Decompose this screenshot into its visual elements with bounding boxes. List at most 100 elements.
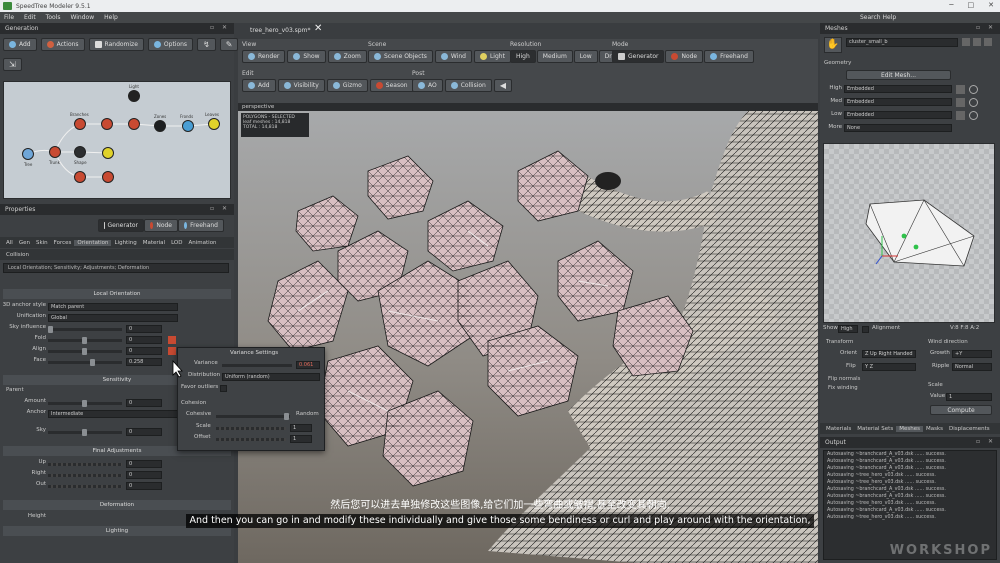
tab-all[interactable]: All [3,240,16,246]
fold-slider[interactable] [48,337,122,344]
generation-graph[interactable]: Tree Trunk Branches Leaves Fronds Zones … [3,81,231,199]
up-value[interactable]: 0 [126,460,162,468]
align-variance-indicator[interactable] [168,347,176,355]
tab-skin[interactable]: Skin [33,240,51,246]
mesh-select[interactable]: cluster_small_b [846,38,958,47]
minimize-icon[interactable]: ─ [949,1,953,9]
branches-node-3[interactable] [128,118,140,130]
menu-edit[interactable]: Edit [24,14,36,21]
sky-influence-value[interactable]: 0 [126,325,162,333]
alignment-checkbox[interactable] [862,326,869,333]
add-button[interactable]: Add [3,38,37,51]
tab-meshes[interactable]: Meshes [896,425,923,432]
align-slider[interactable] [48,348,122,355]
resolution-low-button[interactable]: Low [573,50,598,63]
flip-select[interactable]: Y Z [862,363,916,371]
render-button[interactable]: Render [242,50,286,63]
output-panel-controls[interactable]: ▫ ✕ [976,438,996,445]
fix-winding-option[interactable]: Fix winding [828,385,858,391]
mesh-preview[interactable] [823,143,995,323]
panel-controls-icon[interactable]: ▫ ✕ [210,24,230,31]
paint-tool-button[interactable]: ✎ [219,38,239,51]
layout-button[interactable]: ⇲ [3,58,22,71]
branches-node-1[interactable] [74,118,86,130]
align-knob[interactable] [82,348,87,355]
show-select[interactable]: High [838,325,858,333]
mesh-action-3[interactable] [984,38,992,46]
freehand-mode-tab[interactable]: Freehand [178,219,224,232]
light-button[interactable]: Light [473,50,511,63]
wind-button[interactable]: Wind [434,50,472,63]
amount-slider[interactable] [48,400,122,407]
gizmo-button[interactable]: Gizmo [326,79,368,92]
offset-slider[interactable] [216,438,286,441]
tab-materials[interactable]: Materials [823,426,854,432]
close-window-icon[interactable]: ✕ [988,1,994,9]
out-value[interactable]: 0 [126,482,162,490]
menu-file[interactable]: File [4,14,14,21]
close-document-icon[interactable]: ✕ [314,23,322,34]
cohesion-slider[interactable] [216,413,290,420]
maximize-icon[interactable]: □ [968,1,975,9]
lod-high-refresh-icon[interactable] [969,85,978,94]
right-value[interactable]: 0 [126,471,162,479]
shape-node[interactable] [74,146,86,158]
lod-high-button[interactable] [956,85,965,94]
light-node[interactable] [128,90,140,102]
anchor-select[interactable]: Intermediate [48,410,178,418]
mesh-action-1[interactable] [962,38,970,46]
collision-button[interactable]: Collision [444,79,492,92]
growth-select[interactable]: +Y [952,350,992,358]
menu-tools[interactable]: Tools [46,14,61,21]
mesh-action-2[interactable] [973,38,981,46]
leaves-node[interactable] [208,118,220,130]
offset-value[interactable]: 1 [290,435,312,443]
orient-select[interactable]: Z Up Right Handed [862,350,916,358]
zoom-button[interactable]: Zoom [327,50,367,63]
cohesion-knob[interactable] [284,413,289,420]
tab-displacements[interactable]: Displacements [946,426,993,432]
meshes-panel-controls[interactable]: ▫ ✕ [976,24,996,31]
properties-panel-controls[interactable]: ▫ ✕ [210,205,230,212]
fronds-node[interactable] [182,120,194,132]
align-value[interactable]: 0 [126,347,162,355]
generator-mode-tab[interactable]: Generator [98,219,144,232]
curve-tool-button[interactable]: ↯ [197,38,216,51]
lod-low-button[interactable] [956,111,965,120]
lod-low-refresh-icon[interactable] [969,111,978,120]
anchor-style-select[interactable]: Match parent [48,303,178,311]
variance-value[interactable]: 0.061 [296,361,320,369]
3d-viewport[interactable]: perspective POLYGONS - SELECTED leaf mes… [238,103,818,563]
lod-med-value[interactable]: Embedded [844,98,952,106]
lod-more-value[interactable]: None [844,124,952,132]
compute-button[interactable]: Compute [930,405,992,415]
sky-knob[interactable] [82,429,87,436]
properties-search-input[interactable]: Local Orientation; Sensitivity; Adjustme… [3,263,229,273]
face-slider[interactable] [48,359,122,366]
tab-animation[interactable]: Animation [186,240,220,246]
undo-arrow-button[interactable]: ◀ [493,79,513,92]
sky-influence-knob[interactable] [48,326,53,333]
actions-button[interactable]: Actions [40,38,85,51]
distribution-select[interactable]: Uniform (random) [222,373,320,381]
scale-slider[interactable] [216,427,286,430]
variance-slider[interactable] [222,364,292,367]
fold-variance-indicator[interactable] [168,336,176,344]
trunk-node[interactable] [49,146,61,158]
menu-window[interactable]: Window [70,14,94,21]
fold-knob[interactable] [82,337,87,344]
scale-value-input[interactable]: 1 [946,393,992,401]
lod-med-refresh-icon[interactable] [969,98,978,107]
leaf-mesh-node[interactable] [102,147,114,159]
hand-tool-icon[interactable]: ✋ [824,37,842,53]
favor-outliers-checkbox[interactable] [220,385,227,392]
amount-knob[interactable] [82,400,87,407]
season-button[interactable]: Season [369,79,414,92]
resolution-medium-button[interactable]: Medium [536,50,573,63]
sky-influence-slider[interactable] [48,326,122,333]
lod-high-value[interactable]: Embedded [844,85,952,93]
face-knob[interactable] [90,359,95,366]
tab-forces[interactable]: Forces [51,240,75,246]
face-value[interactable]: 0.258 [126,358,162,366]
mode-node-button[interactable]: Node [665,50,704,63]
